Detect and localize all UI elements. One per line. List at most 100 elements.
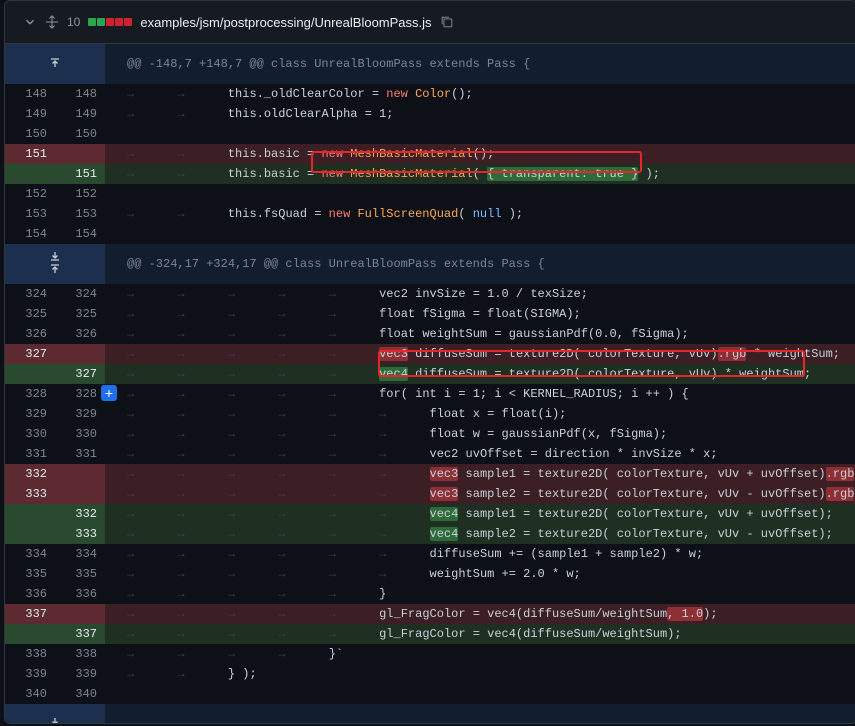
old-line-number[interactable]: 330 <box>5 424 55 444</box>
code-line: → → → → → for( int i = 1; i < KERNEL_RAD… <box>105 384 855 404</box>
new-line-number[interactable]: 332 <box>55 504 105 524</box>
expand-all-icon[interactable] <box>45 15 59 29</box>
old-line-number[interactable] <box>5 624 55 644</box>
new-line-number[interactable]: 153 <box>55 204 105 224</box>
new-line-number[interactable]: 337 <box>55 624 105 644</box>
old-line-number[interactable]: 153 <box>5 204 55 224</box>
new-line-number[interactable]: 150 <box>55 124 105 144</box>
expand-button[interactable] <box>5 44 105 84</box>
old-line-number[interactable]: 148 <box>5 84 55 104</box>
code-token: vec2 invSize = 1.0 / texSize; <box>379 287 588 301</box>
new-line-number[interactable]: 148 <box>55 84 105 104</box>
add-comment-button[interactable]: + <box>101 385 117 401</box>
old-line-number[interactable]: 336 <box>5 584 55 604</box>
new-line-number[interactable]: 326 <box>55 324 105 344</box>
tab-indent-icon: → <box>328 287 380 301</box>
tab-indent-icon: → <box>127 607 178 621</box>
new-line-number[interactable]: 327 <box>55 364 105 384</box>
new-line-number[interactable]: 154 <box>55 224 105 244</box>
chevron-down-icon[interactable] <box>23 15 37 29</box>
tab-indent-icon: → <box>177 327 228 341</box>
new-line-number[interactable]: 328 <box>55 384 105 404</box>
new-line-number[interactable] <box>55 344 105 364</box>
tab-indent-icon: → <box>127 147 178 161</box>
old-line-number[interactable]: 333 <box>5 484 55 504</box>
code-token: new <box>321 147 351 161</box>
code-token: (); <box>472 147 495 161</box>
old-line-number[interactable] <box>5 504 55 524</box>
tab-indent-icon: → <box>177 307 228 321</box>
old-line-number[interactable]: 325 <box>5 304 55 324</box>
old-line-number[interactable] <box>5 524 55 544</box>
new-line-number[interactable]: 336 <box>55 584 105 604</box>
old-line-number[interactable]: 149 <box>5 104 55 124</box>
new-line-number[interactable]: 325 <box>55 304 105 324</box>
old-line-number[interactable]: 339 <box>5 664 55 684</box>
old-line-number[interactable]: 329 <box>5 404 55 424</box>
old-line-number[interactable]: 335 <box>5 564 55 584</box>
tab-indent-icon: → <box>328 507 380 521</box>
new-line-number[interactable]: 334 <box>55 544 105 564</box>
code-token: }` <box>328 647 344 661</box>
tab-indent-icon: → <box>127 547 178 561</box>
old-line-number[interactable]: 327 <box>5 344 55 364</box>
expand-down-icon[interactable] <box>49 251 61 264</box>
new-line-number[interactable]: 339 <box>55 664 105 684</box>
old-line-number[interactable]: 334 <box>5 544 55 564</box>
new-line-number[interactable]: 330 <box>55 424 105 444</box>
new-line-number[interactable]: 149 <box>55 104 105 124</box>
tab-indent-icon: → <box>177 567 228 581</box>
new-line-number[interactable]: 152 <box>55 184 105 204</box>
new-line-number[interactable]: 340 <box>55 684 105 704</box>
tab-indent-icon: → <box>127 327 178 341</box>
tab-indent-icon: → <box>227 327 279 341</box>
new-line-number[interactable]: 329 <box>55 404 105 424</box>
new-line-number[interactable]: 338 <box>55 644 105 664</box>
old-line-number[interactable]: 332 <box>5 464 55 484</box>
tab-indent-icon: → <box>328 307 380 321</box>
code-token: vec2 uvOffset = direction * invSize * x; <box>429 447 718 461</box>
expand-button[interactable] <box>5 244 105 284</box>
tab-indent-icon: → <box>278 587 329 601</box>
old-line-number[interactable]: 340 <box>5 684 55 704</box>
old-line-number[interactable]: 326 <box>5 324 55 344</box>
old-line-number[interactable]: 338 <box>5 644 55 664</box>
code-token: float fSigma = float(SIGMA); <box>379 307 581 321</box>
context-line: 330 330 → → → → → → float w = gaussianPdf(… <box>5 424 855 444</box>
old-line-number[interactable] <box>5 164 55 184</box>
old-line-number[interactable]: 151 <box>5 144 55 164</box>
expand-button[interactable] <box>5 704 105 723</box>
old-line-number[interactable] <box>5 364 55 384</box>
new-line-number[interactable]: 335 <box>55 564 105 584</box>
expand-up-icon[interactable] <box>49 264 61 277</box>
code-token: MeshBasicMaterial <box>350 167 473 181</box>
tab-indent-icon: → <box>379 507 430 521</box>
new-line-number[interactable]: 324 <box>55 284 105 304</box>
old-line-number[interactable]: 152 <box>5 184 55 204</box>
old-line-number[interactable]: 150 <box>5 124 55 144</box>
new-line-number[interactable] <box>55 484 105 504</box>
tab-indent-icon: → <box>127 427 178 441</box>
new-line-number[interactable]: 331 <box>55 444 105 464</box>
code-line: → → → → → vec2 invSize = 1.0 / texSize; <box>105 284 855 304</box>
tab-indent-icon: → <box>227 427 279 441</box>
code-line: → → → → → → float x = float(i); <box>105 404 855 424</box>
code-token: vec3 <box>379 347 408 361</box>
expand-up-icon[interactable] <box>49 57 61 71</box>
new-line-number[interactable]: 151 <box>55 164 105 184</box>
context-line: 326 326 → → → → → float weightSum = gaussi… <box>5 324 855 344</box>
tab-indent-icon: → <box>278 367 329 381</box>
expand-down-icon[interactable] <box>49 717 61 723</box>
copy-icon[interactable] <box>440 15 454 29</box>
new-line-number[interactable] <box>55 604 105 624</box>
file-path[interactable]: examples/jsm/postprocessing/UnrealBloomP… <box>140 15 431 30</box>
old-line-number[interactable]: 331 <box>5 444 55 464</box>
old-line-number[interactable]: 154 <box>5 224 55 244</box>
old-line-number[interactable]: 337 <box>5 604 55 624</box>
new-line-number[interactable]: 333 <box>55 524 105 544</box>
old-line-number[interactable]: 328 <box>5 384 55 404</box>
diffstat-block <box>88 18 97 26</box>
old-line-number[interactable]: 324 <box>5 284 55 304</box>
new-line-number[interactable] <box>55 464 105 484</box>
new-line-number[interactable] <box>55 144 105 164</box>
